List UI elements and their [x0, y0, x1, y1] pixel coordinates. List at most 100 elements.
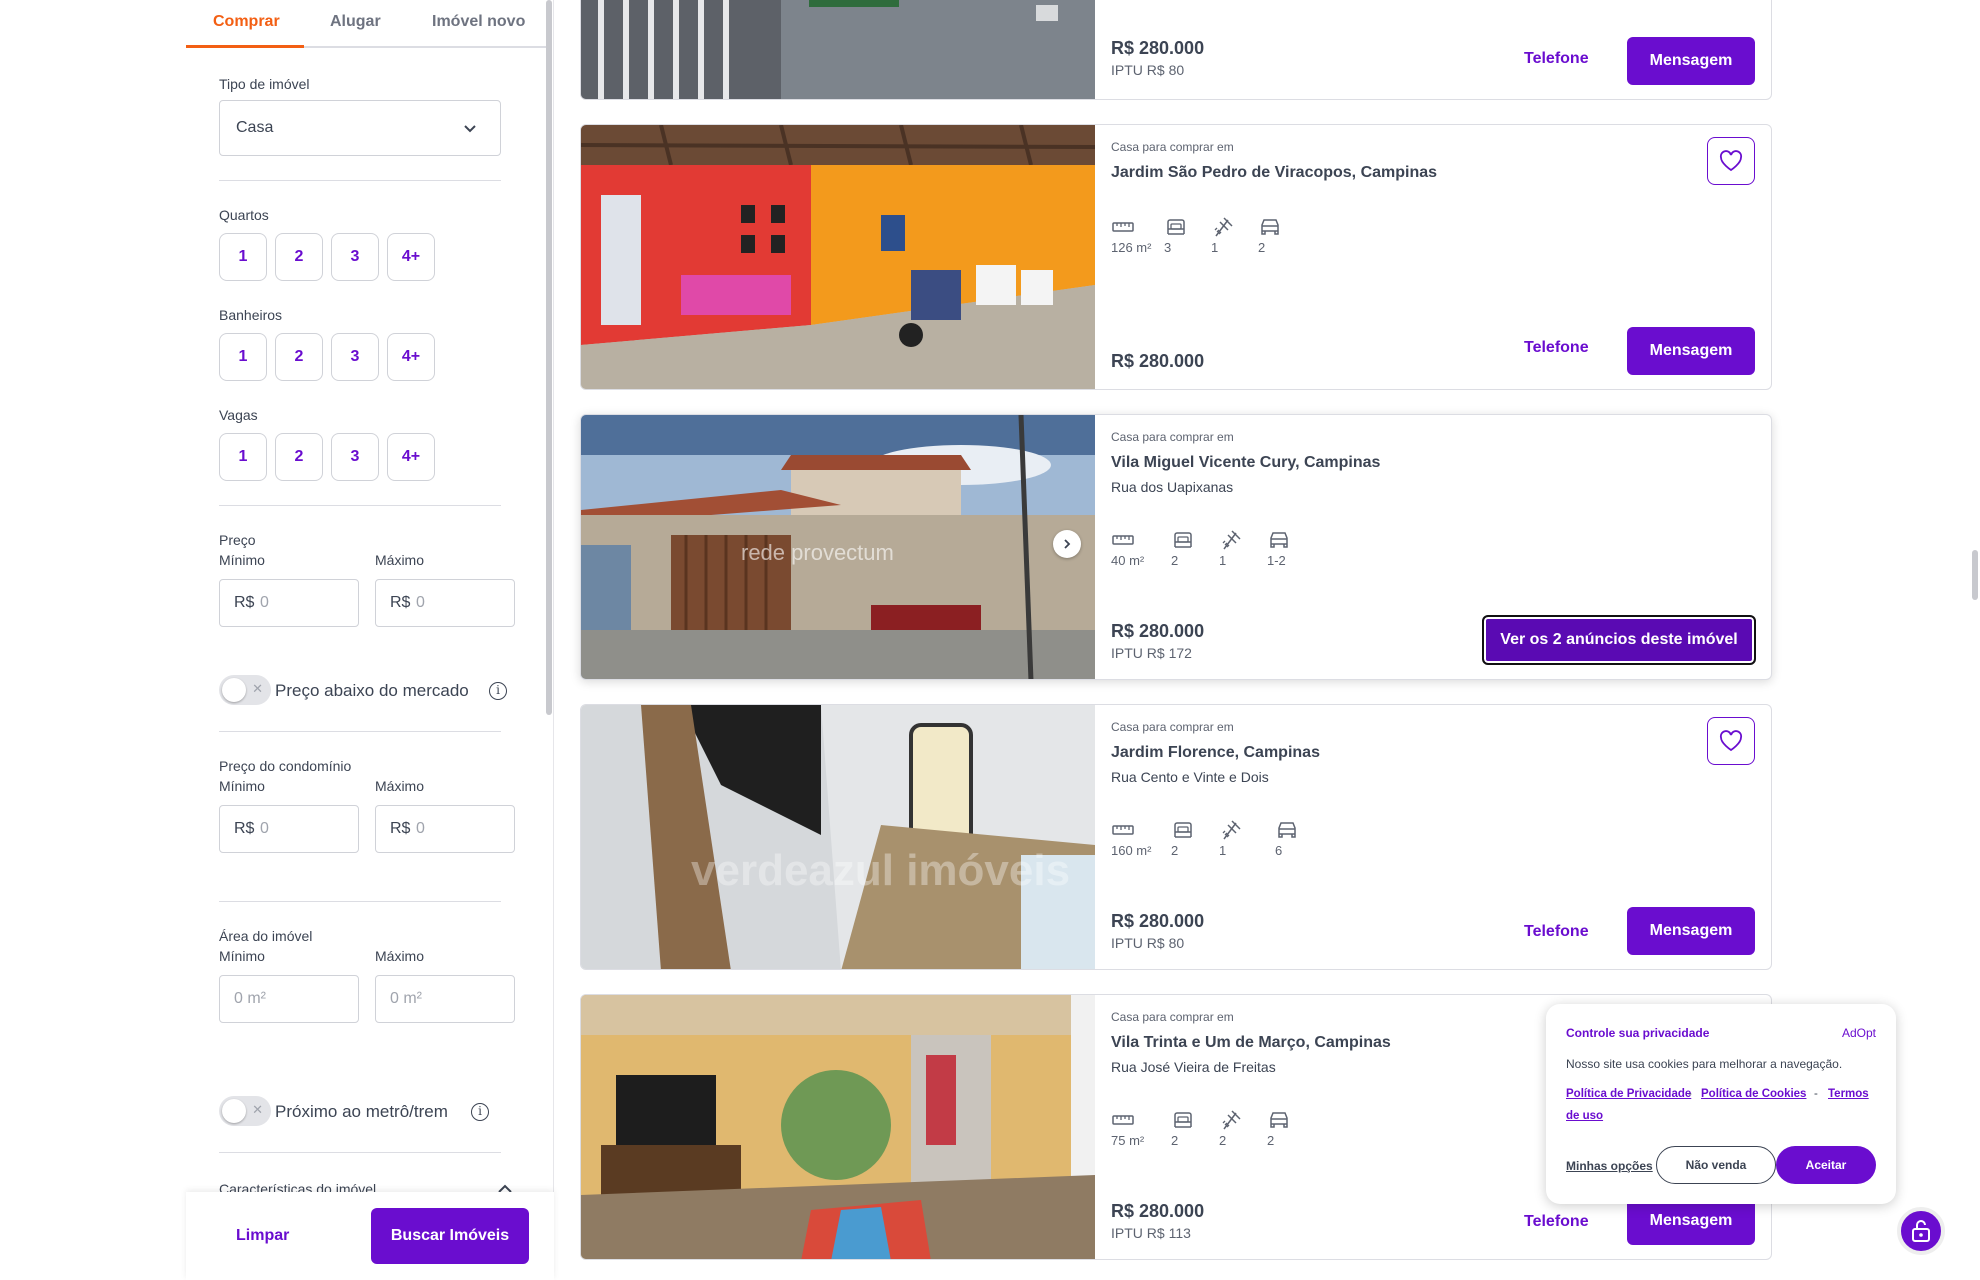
- metro-toggle[interactable]: ✕: [219, 1096, 271, 1126]
- info-icon[interactable]: i: [471, 1103, 489, 1121]
- aceitar-button[interactable]: Aceitar: [1776, 1146, 1876, 1184]
- tab-alugar[interactable]: Alugar: [330, 13, 381, 31]
- listing-card[interactable]: Casa para comprar em Jardim São Pedro de…: [580, 124, 1772, 390]
- quartos-feature: 2: [1171, 819, 1195, 858]
- bed-icon: [1167, 219, 1185, 235]
- quartos-option-2[interactable]: 2: [275, 233, 323, 281]
- mensagem-button[interactable]: Mensagem: [1627, 1197, 1755, 1245]
- listing-photo[interactable]: [581, 995, 1095, 1259]
- preco-max-input[interactable]: R$ 0: [375, 579, 515, 627]
- ruler-icon: [1112, 825, 1134, 835]
- cookie-brand[interactable]: AdOpt: [1842, 1026, 1876, 1040]
- listing-address[interactable]: Jardim São Pedro de Viracopos, Campinas: [1111, 164, 1437, 182]
- banheiros-option-2[interactable]: 2: [275, 333, 323, 381]
- listing-kicker: Casa para comprar em: [1111, 720, 1234, 734]
- car-icon: [1278, 822, 1296, 838]
- condominio-max-input[interactable]: R$ 0: [375, 805, 515, 853]
- buscar-imoveis-button[interactable]: Buscar Imóveis: [371, 1208, 529, 1264]
- mensagem-button[interactable]: Mensagem: [1627, 327, 1755, 375]
- listing-card[interactable]: R$ 280.000 IPTU R$ 80 Telefone Mensagem: [580, 0, 1772, 100]
- banheiros-option-1[interactable]: 1: [219, 333, 267, 381]
- quartos-value: 2: [1171, 1133, 1179, 1148]
- listing-address[interactable]: Vila Miguel Vicente Cury, Campinas: [1111, 454, 1380, 472]
- heart-icon: [1719, 150, 1743, 172]
- listing-kicker: Casa para comprar em: [1111, 1010, 1234, 1024]
- tab-imovel-novo[interactable]: Imóvel novo: [432, 13, 525, 31]
- cookie-consent-banner: Controle sua privacidade AdOpt Nosso sit…: [1546, 1004, 1896, 1204]
- telefone-button[interactable]: Telefone: [1524, 339, 1589, 357]
- favorite-button[interactable]: [1707, 717, 1755, 765]
- quartos-option-4plus[interactable]: 4+: [387, 233, 435, 281]
- currency-prefix: R$: [390, 820, 411, 837]
- cookie-policy-link[interactable]: Política de Cookies: [1701, 1088, 1806, 1100]
- quartos-value: 2: [1171, 553, 1179, 568]
- area-max-input[interactable]: 0 m²: [375, 975, 515, 1023]
- mensagem-button[interactable]: Mensagem: [1627, 907, 1755, 955]
- condominio-min-label: Mínimo: [219, 778, 265, 794]
- mensagem-button[interactable]: Mensagem: [1627, 37, 1755, 85]
- listing-card[interactable]: rede provectum Casa para comprar em Vila…: [580, 414, 1772, 680]
- condominio-min-input[interactable]: R$ 0: [219, 805, 359, 853]
- divider: [219, 901, 501, 902]
- vagas-option-1[interactable]: 1: [219, 433, 267, 481]
- listing-card[interactable]: verdeazul imóveis Casa para comprar em J…: [580, 704, 1772, 970]
- listing-photo[interactable]: [581, 0, 1095, 99]
- terms-link-continued[interactable]: de uso: [1566, 1110, 1603, 1122]
- telefone-button[interactable]: Telefone: [1524, 1213, 1589, 1231]
- sidebar-scrollbar[interactable]: [546, 0, 552, 715]
- area-value: 160 m²: [1111, 843, 1152, 858]
- listing-photo[interactable]: rede provectum: [581, 415, 1095, 679]
- limpar-button[interactable]: Limpar: [236, 1227, 289, 1245]
- shower-icon: [1214, 217, 1233, 237]
- link-separator: -: [1814, 1088, 1818, 1100]
- tipo-imovel-select[interactable]: Casa: [219, 100, 501, 156]
- next-photo-button[interactable]: [1053, 530, 1081, 558]
- listing-iptu: IPTU R$ 80: [1111, 935, 1185, 951]
- nao-venda-button[interactable]: Não venda: [1656, 1146, 1776, 1184]
- banheiros-option-3[interactable]: 3: [331, 333, 379, 381]
- favorite-button[interactable]: [1707, 137, 1755, 185]
- filter-actions-bar: Limpar Buscar Imóveis: [186, 1192, 554, 1280]
- quartos-feature: 2: [1171, 1109, 1195, 1148]
- heart-icon: [1719, 730, 1743, 752]
- metro-label: Próximo ao metrô/trem: [275, 1102, 448, 1121]
- shower-icon: [1222, 1110, 1241, 1130]
- ver-anuncios-button[interactable]: Ver os 2 anúncios deste imóvel: [1482, 615, 1756, 665]
- condominio-max-label: Máximo: [375, 778, 425, 794]
- area-label: Área do imóvel: [219, 928, 313, 944]
- toggle-knob: [222, 678, 246, 702]
- listing-iptu: IPTU R$ 80: [1111, 62, 1185, 78]
- quartos-value: 2: [1171, 843, 1179, 858]
- cookie-options-link[interactable]: Minhas opções: [1566, 1159, 1653, 1173]
- listing-address[interactable]: Jardim Florence, Campinas: [1111, 744, 1320, 762]
- banheiros-value: 2: [1219, 1133, 1227, 1148]
- privacy-settings-button[interactable]: [1897, 1207, 1945, 1255]
- preco-min-input[interactable]: R$ 0: [219, 579, 359, 627]
- divider: [219, 180, 501, 181]
- vagas-option-4plus[interactable]: 4+: [387, 433, 435, 481]
- telefone-button[interactable]: Telefone: [1524, 923, 1589, 941]
- listing-photo[interactable]: [581, 125, 1095, 389]
- area-max-label: Máximo: [375, 948, 425, 964]
- privacy-policy-link[interactable]: Política de Privacidade: [1566, 1088, 1691, 1100]
- listing-address[interactable]: Vila Trinta e Um de Março, Campinas: [1111, 1034, 1391, 1052]
- listing-price: R$ 280.000: [1111, 911, 1205, 931]
- area-min-input[interactable]: 0 m²: [219, 975, 359, 1023]
- listing-photo[interactable]: verdeazul imóveis: [581, 705, 1095, 969]
- tab-comprar[interactable]: Comprar: [213, 13, 280, 31]
- banheiros-option-4plus[interactable]: 4+: [387, 333, 435, 381]
- preco-abaixo-toggle[interactable]: ✕: [219, 675, 271, 705]
- link-separator: -: [1688, 1088, 1692, 1100]
- telefone-button[interactable]: Telefone: [1524, 50, 1589, 68]
- vagas-option-2[interactable]: 2: [275, 433, 323, 481]
- quartos-value: 3: [1164, 240, 1172, 255]
- terms-link[interactable]: Termos: [1828, 1088, 1869, 1100]
- vagas-option-3[interactable]: 3: [331, 433, 379, 481]
- page-scrollbar[interactable]: [1972, 550, 1978, 600]
- quartos-option-3[interactable]: 3: [331, 233, 379, 281]
- placeholder: 0: [260, 820, 269, 837]
- quartos-option-1[interactable]: 1: [219, 233, 267, 281]
- ruler-icon: [1112, 222, 1134, 232]
- car-icon: [1261, 219, 1279, 235]
- info-icon[interactable]: i: [489, 682, 507, 700]
